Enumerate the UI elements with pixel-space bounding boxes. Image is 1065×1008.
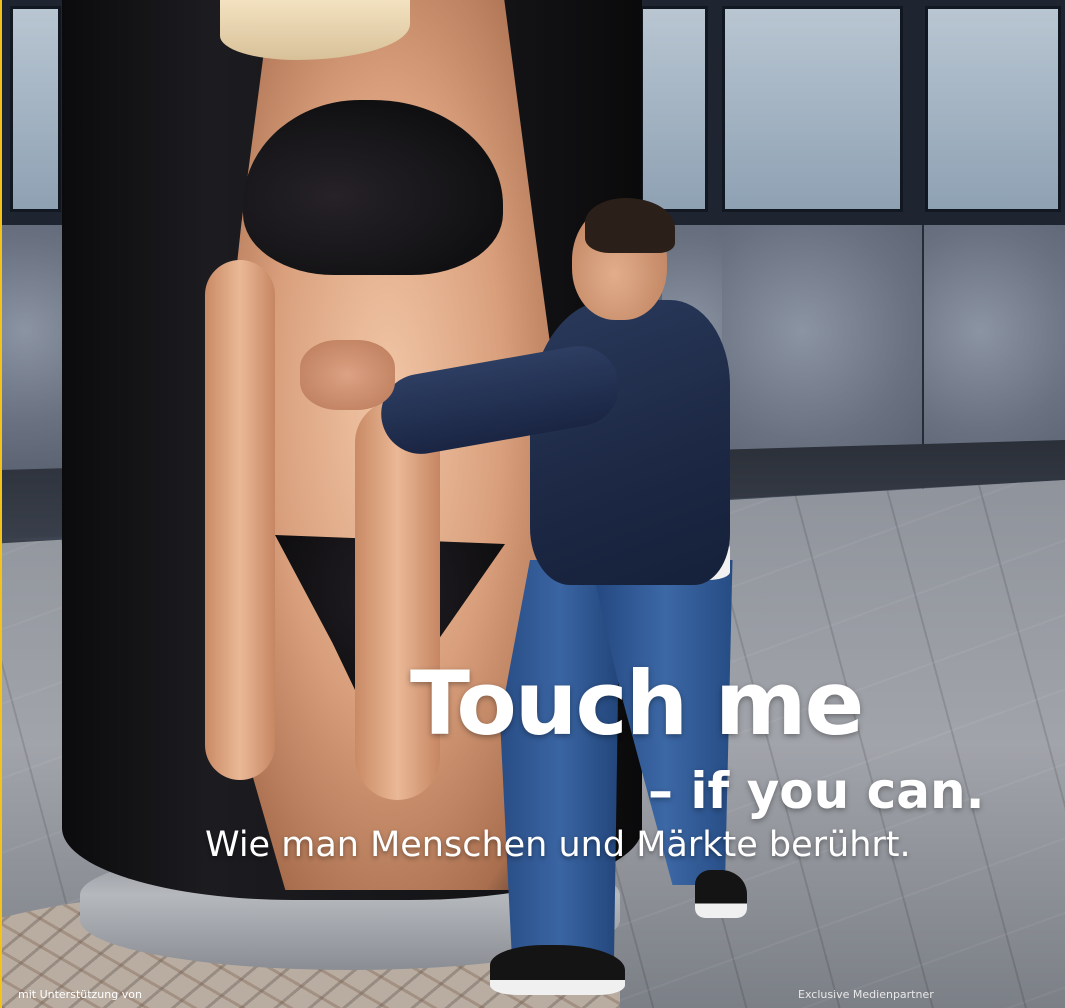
- window-pane: [10, 6, 61, 212]
- stone-panel: [0, 225, 66, 490]
- man-sneaker-left: [490, 945, 625, 995]
- window-pane: [640, 6, 708, 212]
- window-pane: [925, 6, 1061, 212]
- window-pane: [722, 6, 903, 212]
- headline-tagline: Wie man Menschen und Märkte berührt.: [205, 825, 911, 865]
- man-hand: [300, 340, 395, 410]
- headline-title: Touch me: [410, 652, 864, 755]
- ad-poster: Touch me – if you can. Wie man Menschen …: [0, 0, 1065, 1008]
- man-denim-jacket: [530, 300, 730, 585]
- media-partner-credit: Exclusive Medienpartner: [798, 988, 934, 1001]
- accent-edge-line: [0, 0, 2, 1008]
- poster-model-arm-left: [205, 260, 275, 780]
- headline-subtitle: – if you can.: [648, 762, 985, 820]
- sponsor-credit: mit Unterstützung von: [18, 988, 142, 1001]
- man-sneaker-right: [695, 870, 747, 918]
